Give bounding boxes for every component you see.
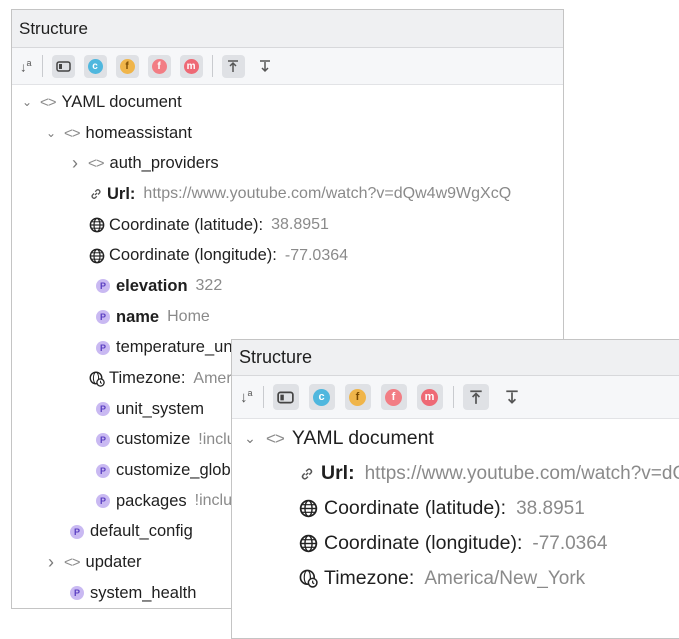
structure-panel-front: Structure ↓a c f f m ⌄ <> YAML document bbox=[231, 339, 679, 639]
globe-clock-icon bbox=[89, 371, 105, 387]
expand-all-icon bbox=[469, 390, 482, 404]
function-icon: f bbox=[151, 58, 167, 74]
globe-icon bbox=[89, 248, 105, 264]
property-icon: P bbox=[96, 340, 110, 355]
show-methods-toggle[interactable]: m bbox=[416, 384, 443, 410]
chevron-down-icon[interactable]: ⌄ bbox=[20, 95, 34, 109]
show-fields-toggle[interactable] bbox=[272, 384, 299, 410]
expand-all-button[interactable] bbox=[221, 54, 245, 78]
show-fields-toggle[interactable] bbox=[51, 54, 75, 78]
collapse-all-button[interactable] bbox=[499, 384, 525, 410]
tree-item-yaml-document[interactable]: ⌄ <> YAML document bbox=[12, 87, 563, 118]
sort-alphabetically-button[interactable]: ↓a bbox=[20, 58, 32, 73]
structure-tree: ⌄ <> YAML document Url: https://www.yout… bbox=[232, 419, 679, 596]
property-icon: P bbox=[96, 494, 110, 509]
tree-item-coordinate-latitude[interactable]: Coordinate (latitude): 38.8951 bbox=[12, 210, 563, 241]
globe-icon bbox=[299, 499, 318, 518]
chevron-right-icon[interactable]: › bbox=[68, 153, 82, 174]
collapse-all-icon bbox=[260, 60, 271, 73]
link-icon bbox=[89, 187, 103, 201]
show-classes-toggle[interactable]: c bbox=[308, 384, 335, 410]
show-methods-toggle[interactable]: m bbox=[179, 54, 203, 78]
toolbar-divider bbox=[262, 386, 264, 408]
property-icon: P bbox=[70, 524, 84, 539]
tree-item-yaml-document[interactable]: ⌄ <> YAML document bbox=[232, 421, 679, 456]
yaml-tag-icon: <> bbox=[88, 155, 105, 173]
tree-item-url[interactable]: Url: https://www.youtube.com/watch?v=dQw… bbox=[12, 179, 563, 210]
class-icon: c bbox=[87, 58, 103, 74]
structure-toolbar: ↓a c f f m bbox=[232, 376, 679, 419]
sort-alphabetically-button[interactable]: ↓a bbox=[240, 389, 253, 406]
yaml-tag-icon: <> bbox=[266, 428, 285, 448]
property-icon: P bbox=[96, 310, 110, 325]
yaml-tag-icon: <> bbox=[64, 554, 81, 572]
chevron-down-icon[interactable]: ⌄ bbox=[44, 126, 58, 140]
toolbar-divider bbox=[452, 386, 454, 408]
tree-item-coordinate-longitude[interactable]: Coordinate (longitude): -77.0364 bbox=[12, 240, 563, 271]
globe-icon bbox=[299, 534, 318, 553]
show-functions-toggle[interactable]: f bbox=[380, 384, 407, 410]
expand-all-button[interactable] bbox=[462, 384, 489, 410]
yaml-tag-icon: <> bbox=[40, 93, 57, 111]
collapse-all-button[interactable] bbox=[254, 55, 277, 78]
tree-item-coordinate-longitude[interactable]: Coordinate (longitude): -77.0364 bbox=[232, 526, 679, 561]
panel-icon bbox=[277, 391, 294, 403]
toolbar-divider bbox=[41, 55, 43, 77]
structure-toolbar: ↓a c f f m bbox=[12, 48, 563, 85]
method-icon: m bbox=[183, 58, 199, 74]
chevron-down-icon[interactable]: ⌄ bbox=[242, 430, 258, 447]
tree-item-url[interactable]: Url: https://www.youtube.com/watch?v=dQw… bbox=[232, 456, 679, 491]
function-icon: f bbox=[385, 388, 403, 406]
method-icon: m bbox=[421, 388, 439, 406]
globe-icon bbox=[89, 217, 105, 233]
show-fields-filter-toggle[interactable]: f bbox=[344, 384, 371, 410]
tree-item-auth-providers[interactable]: › <> auth_providers bbox=[12, 148, 563, 179]
show-functions-toggle[interactable]: f bbox=[147, 54, 171, 78]
tree-item-timezone[interactable]: Timezone: America/New_York bbox=[232, 561, 679, 596]
property-icon: P bbox=[96, 432, 110, 447]
panel-title-bar: Structure bbox=[232, 340, 679, 376]
panel-title: Structure bbox=[19, 18, 88, 38]
yaml-tag-icon: <> bbox=[64, 124, 81, 142]
field-icon: f bbox=[349, 388, 367, 406]
globe-clock-icon bbox=[299, 569, 318, 588]
show-classes-toggle[interactable]: c bbox=[83, 54, 107, 78]
show-fields-filter-toggle[interactable]: f bbox=[115, 54, 139, 78]
chevron-right-icon[interactable]: › bbox=[44, 552, 58, 573]
class-icon: c bbox=[313, 388, 331, 406]
tree-item-name[interactable]: P name Home bbox=[12, 302, 563, 333]
panel-title-bar: Structure bbox=[12, 10, 563, 48]
panel-title: Structure bbox=[239, 347, 313, 367]
property-icon: P bbox=[96, 279, 110, 294]
expand-all-icon bbox=[228, 60, 239, 72]
property-icon: P bbox=[70, 586, 84, 601]
toolbar-divider bbox=[211, 55, 213, 77]
collapse-all-icon bbox=[505, 390, 518, 404]
tree-item-homeassistant[interactable]: ⌄ <> homeassistant bbox=[12, 118, 563, 149]
field-icon: f bbox=[119, 58, 135, 74]
tree-item-coordinate-latitude[interactable]: Coordinate (latitude): 38.8951 bbox=[232, 491, 679, 526]
property-icon: P bbox=[96, 463, 110, 478]
panel-icon bbox=[55, 60, 71, 72]
tree-item-elevation[interactable]: P elevation 322 bbox=[12, 271, 563, 302]
link-icon bbox=[299, 466, 315, 482]
property-icon: P bbox=[96, 402, 110, 417]
